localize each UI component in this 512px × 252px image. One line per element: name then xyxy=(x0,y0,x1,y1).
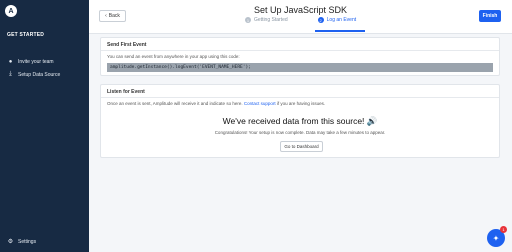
step-number: 1 xyxy=(245,17,251,23)
speaker-icon: 🔊 xyxy=(366,116,378,126)
sidebar-heading: GET STARTED xyxy=(7,32,45,38)
sidebar-item-label: Setup Data Source xyxy=(18,71,61,78)
gear-icon: ⚙ xyxy=(7,239,14,245)
sidebar-item-label: Invite your team xyxy=(18,59,54,65)
download-icon: ⤓ xyxy=(9,71,12,77)
step-label: Log an Event xyxy=(326,17,357,23)
listen-for-event-card: Listen for Event Once an event is sent, … xyxy=(100,84,500,158)
amplitude-logo-icon[interactable]: A xyxy=(5,5,17,17)
divider xyxy=(101,97,499,98)
code-snippet[interactable]: amplitude.getInstance().logEvent('EVENT_… xyxy=(107,63,493,72)
description-text: Once an event is sent, Amplitude will re… xyxy=(107,101,243,106)
page-title: Set Up JavaScript SDK xyxy=(253,5,348,15)
divider xyxy=(101,50,499,51)
send-first-event-card: Send First Event You can send an event f… xyxy=(100,37,500,76)
sidebar-item-settings[interactable]: ⚙ Settings xyxy=(7,238,37,246)
card-description: You can send an event from anywhere in y… xyxy=(107,54,240,59)
stepper: 1 Getting Started 2 Log an Event xyxy=(245,17,356,23)
sidebar-item-invite-team[interactable]: ● Invite your team xyxy=(7,59,54,65)
card-description: Once an event is sent, Amplitude will re… xyxy=(107,101,325,106)
contact-support-link[interactable]: Contact support xyxy=(244,101,276,106)
sidebar-item-setup-data-source[interactable]: ⤓ Setup Data Source xyxy=(7,71,60,78)
chat-icon: ✦ xyxy=(492,233,500,243)
step-label: Getting Started xyxy=(254,17,288,23)
card-title: Send First Event xyxy=(107,42,147,48)
active-step-underline xyxy=(315,30,365,32)
congrats-text: Congratulations! Your setup is now compl… xyxy=(214,130,386,135)
step-getting-started[interactable]: 1 Getting Started xyxy=(245,17,288,23)
step-number: 2 xyxy=(317,17,324,23)
finish-button[interactable]: Finish xyxy=(479,10,501,22)
received-text: We've received data from this source! xyxy=(222,116,365,126)
top-bar: ‹ Back Set Up JavaScript SDK 1 Getting S… xyxy=(89,0,512,34)
sidebar-item-label: Settings xyxy=(18,238,37,245)
sidebar: A GET STARTED ● Invite your team ⤓ Setup… xyxy=(0,0,89,252)
user-icon: ● xyxy=(8,59,13,65)
go-to-dashboard-button[interactable]: Go to Dashboard xyxy=(280,141,323,152)
description-text: if you are having issues. xyxy=(276,101,326,106)
card-title: Listen for Event xyxy=(107,89,145,95)
received-message: We've received data from this source! 🔊 xyxy=(101,116,499,127)
step-log-an-event[interactable]: 2 Log an Event xyxy=(317,17,357,23)
chat-notification-badge: 1 xyxy=(500,226,507,233)
